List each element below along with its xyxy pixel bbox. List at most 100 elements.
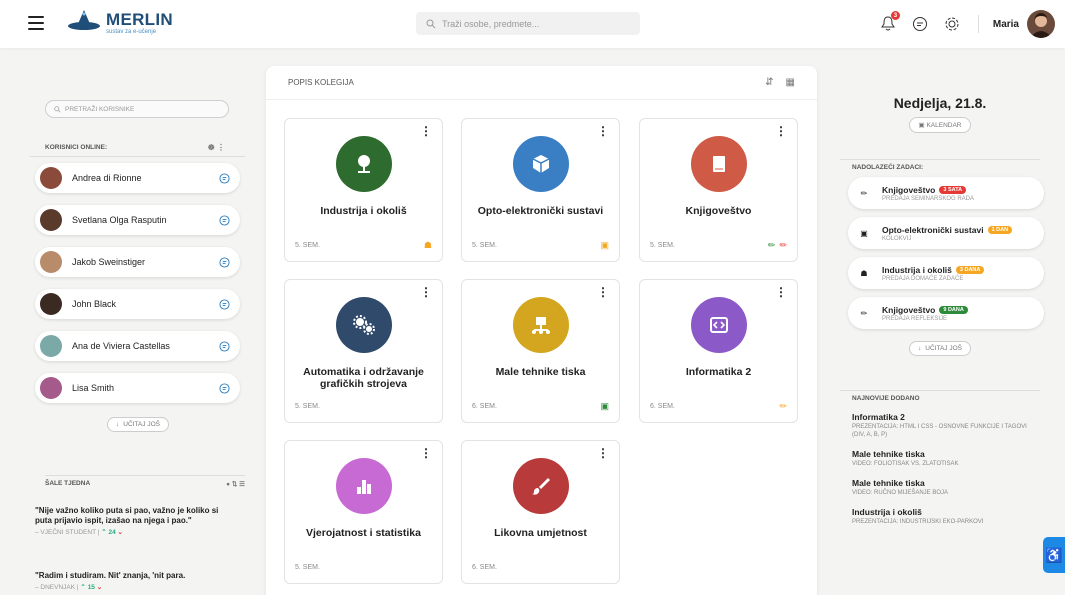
filter-icon[interactable]: ☰ — [239, 481, 245, 488]
chat-bubble-icon[interactable] — [219, 340, 230, 352]
online-user-item[interactable]: Ana de Viviera Castellas — [35, 331, 240, 361]
upvote-count: 24 — [108, 529, 116, 536]
chat-bubble-icon[interactable] — [219, 256, 230, 268]
news-item[interactable]: Informatika 2 PREZENTACIJA: HTML I CSS -… — [840, 412, 1040, 439]
online-user-item[interactable]: Svetlana Olga Rasputin — [35, 205, 240, 235]
course-menu-icon[interactable]: ⋮ — [420, 447, 432, 459]
settings-gear-icon[interactable] — [942, 14, 962, 34]
course-menu-icon[interactable]: ⋮ — [420, 286, 432, 298]
course-card[interactable]: ⋮ Likovna umjetnost 6. SEM. — [461, 440, 620, 584]
courses-panel: POPIS KOLEGIJA ⇵ ▦ ⋮ Industrija i okoliš … — [266, 66, 817, 595]
upvote-button[interactable]: ⌃ 24 — [101, 529, 116, 536]
global-search-input[interactable]: Traži osobe, predmete... — [416, 12, 640, 35]
pencil-icon: ✏ — [767, 240, 776, 250]
upvote-button[interactable]: ⌃ 15 — [80, 584, 95, 591]
course-card[interactable]: ⋮ Informatika 2 6. SEM. ✏ — [639, 279, 798, 423]
online-user-item[interactable]: Jakob Sweinstiger — [35, 247, 240, 277]
logo[interactable]: MERLIN sustav za e-učenje — [66, 8, 173, 38]
course-semester: 6. SEM. — [650, 403, 675, 410]
sort-icon[interactable]: ⇅ — [232, 481, 237, 488]
course-card[interactable]: ⋮ Male tehnike tiska 6. SEM. ▣ — [461, 279, 620, 423]
task-due-badge: 3 SATA — [939, 185, 967, 194]
course-card[interactable]: ⋮ Industrija i okoliš 5. SEM. ☗ — [284, 118, 443, 262]
notifications-bell-icon[interactable]: 3 — [878, 11, 900, 34]
news-item[interactable]: Male tehnike tiska VIDEO: RUČNO MIJEŠANJ… — [840, 478, 1040, 497]
news-title: Male tehnike tiska — [852, 449, 925, 459]
downvote-button[interactable]: ⌄ — [97, 584, 102, 591]
code-icon — [691, 297, 747, 353]
current-user-name[interactable]: Maria — [993, 19, 1019, 30]
news-title: Informatika 2 — [852, 412, 905, 422]
online-users-title: KORISNICI ONLINE: — [45, 144, 108, 151]
load-more-users-button[interactable]: ↓ UČITAJ JOŠ — [107, 417, 169, 432]
network-icon — [513, 297, 569, 353]
course-card[interactable]: ⋮ Opto-elektronički sustavi 5. SEM. ▣ — [461, 118, 620, 262]
task-due-badge: 3 DANA — [955, 265, 985, 274]
course-card[interactable]: ⋮ Knjigoveštvo 5. SEM. ✏ ✏ — [639, 118, 798, 262]
course-title: Knjigoveštvo — [685, 205, 752, 217]
task-title: Opto-elektronički sustavi — [882, 224, 984, 235]
course-title: Opto-elektronički sustavi — [477, 205, 604, 217]
current-user-avatar[interactable] — [1027, 10, 1055, 38]
book-icon — [691, 136, 747, 192]
chat-bubble-icon[interactable] — [219, 172, 230, 184]
user-avatar — [40, 377, 62, 399]
chat-bubble-icon[interactable] — [219, 298, 230, 310]
course-menu-icon[interactable]: ⋮ — [597, 286, 609, 298]
course-menu-icon[interactable]: ⋮ — [597, 447, 609, 459]
sort-icon[interactable]: ⇵ — [765, 77, 773, 88]
more-options-icon[interactable]: ⋮ — [217, 143, 225, 152]
chat-bubble-icon[interactable] — [219, 382, 230, 394]
online-user-item[interactable]: John Black — [35, 289, 240, 319]
task-item[interactable]: ☗ Industrija i okoliš 3 DANA PREDAJA DOMA… — [848, 257, 1044, 289]
news-subtitle: PREZENTACIJA: INDUSTRIJSKI EKO-PARKOVI — [852, 519, 984, 525]
course-menu-icon[interactable]: ⋮ — [775, 125, 787, 137]
user-avatar — [40, 335, 62, 357]
user-avatar — [40, 209, 62, 231]
course-card[interactable]: ⋮ Automatika i održavanje grafičkih stro… — [284, 279, 443, 423]
task-due-badge: 9 DANA — [939, 305, 968, 314]
users-group-icon[interactable]: ☸ — [208, 143, 215, 152]
course-semester: 5. SEM. — [650, 242, 675, 249]
task-item[interactable]: ✏ Knjigoveštvo 3 SATA PREDAJA SEMINARSKOG… — [848, 177, 1044, 209]
upcoming-tasks-list: ✏ Knjigoveštvo 3 SATA PREDAJA SEMINARSKOG… — [840, 177, 1044, 329]
add-icon[interactable]: ● — [226, 481, 230, 488]
messages-icon[interactable] — [910, 14, 930, 34]
right-panel: Nedjelja, 21.8. ▣ KALENDAR NADOLAZEĆI ZA… — [840, 95, 1044, 526]
load-more-label: UČITAJ JOŠ — [925, 345, 962, 352]
online-user-item[interactable]: Andrea di Rionne — [35, 163, 240, 193]
online-users-list: Andrea di Rionne Svetlana Olga Rasputin … — [30, 163, 245, 403]
course-semester: 5. SEM. — [295, 403, 320, 410]
grid-view-icon[interactable]: ▦ — [786, 77, 795, 88]
home-task-icon: ☗ — [423, 240, 432, 250]
task-subtitle: KOLOKVIJ — [882, 235, 912, 242]
downvote-button[interactable]: ⌄ — [118, 529, 123, 536]
upcoming-tasks-title: NADOLAZEĆI ZADACI: — [840, 159, 1040, 171]
task-item[interactable]: ✏ Knjigoveštvo 9 DANA PREDAJA REFLEKSIJE — [848, 297, 1044, 329]
accessibility-icon[interactable]: ♿ — [1043, 537, 1065, 573]
news-item[interactable]: Male tehnike tiska VIDEO: FOLIOTISAK VS.… — [840, 449, 1040, 468]
search-icon — [54, 105, 61, 113]
user-search-input[interactable]: PRETRAŽI KORISNIKE — [45, 100, 229, 118]
exam-icon: ▣ — [600, 401, 609, 411]
logo-subtitle: sustav za e-učenje — [106, 28, 157, 35]
arrow-down-icon: ↓ — [918, 345, 922, 352]
course-menu-icon[interactable]: ⋮ — [420, 125, 432, 137]
task-item[interactable]: ▣ Opto-elektronički sustavi 1 DAN KOLOKVI… — [848, 217, 1044, 249]
home-task-icon: ☗ — [860, 268, 868, 278]
calendar-button[interactable]: ▣ KALENDAR — [909, 117, 971, 133]
exam-icon: ▣ — [600, 240, 609, 250]
news-item[interactable]: Industrija i okoliš PREZENTACIJA: INDUST… — [840, 507, 1040, 526]
course-card[interactable]: ⋮ Vjerojatnost i statistika 5. SEM. — [284, 440, 443, 584]
course-menu-icon[interactable]: ⋮ — [775, 286, 787, 298]
course-semester: 6. SEM. — [472, 403, 497, 410]
top-header: MERLIN sustav za e-učenje Traži osobe, p… — [0, 0, 1065, 48]
load-more-label: UČITAJ JOŠ — [123, 421, 160, 428]
course-menu-icon[interactable]: ⋮ — [597, 125, 609, 137]
arrow-down-icon: ↓ — [116, 421, 120, 428]
load-more-tasks-button[interactable]: ↓ UČITAJ JOŠ — [909, 341, 971, 356]
menu-icon[interactable] — [28, 16, 44, 30]
chat-bubble-icon[interactable] — [219, 214, 230, 226]
task-title: Knjigoveštvo — [882, 184, 936, 195]
online-user-item[interactable]: Lisa Smith — [35, 373, 240, 403]
